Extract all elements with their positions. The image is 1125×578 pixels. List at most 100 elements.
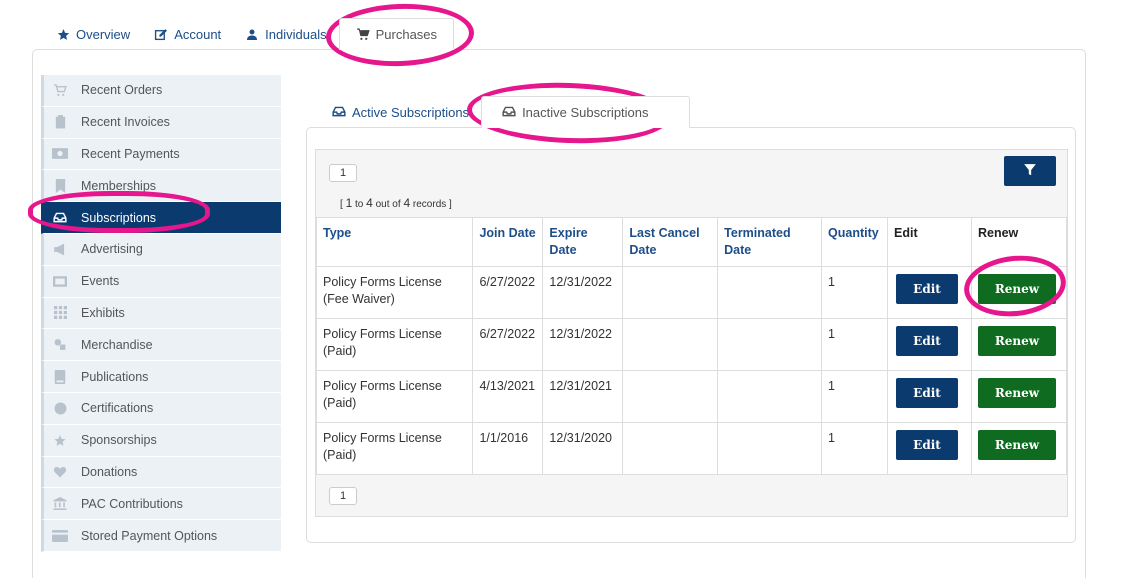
record-outof: out of [375, 199, 401, 210]
sidebar-item-advertising[interactable]: Advertising [41, 233, 281, 266]
inbox-icon [52, 211, 68, 225]
col-renew: Renew [970, 217, 1068, 267]
col-terminated-date[interactable]: Terminated Date [717, 217, 823, 267]
tab-purchases[interactable]: Purchases [338, 18, 455, 50]
cell-renew: Renew [970, 318, 1068, 371]
cell-join: 4/13/2021 [472, 370, 544, 423]
bookmark-icon [52, 178, 68, 193]
sidebar-item-exhibits[interactable]: Exhibits [41, 297, 281, 330]
sidebar-item-publications[interactable]: Publications [41, 361, 281, 393]
record-count: [ 1 to 4 out of 4 records ] [340, 196, 452, 210]
star-icon [56, 27, 70, 41]
cell-expire: 12/31/2021 [542, 370, 624, 423]
sidebar-item-subscriptions[interactable]: Subscriptions [41, 202, 281, 234]
sidebar-item-memberships[interactable]: Memberships [41, 170, 281, 203]
tab-label: Overview [76, 26, 131, 42]
edit-button[interactable]: Edit [896, 430, 958, 460]
cell-edit: Edit [887, 370, 972, 423]
sidebar-item-certifications[interactable]: Certifications [41, 392, 281, 425]
cell-qty: 1 [821, 422, 888, 475]
sidebar-item-label: Recent Invoices [81, 115, 170, 130]
col-join-date[interactable]: Join Date [472, 217, 544, 267]
pager-bottom[interactable]: 1 [329, 487, 357, 505]
grid-icon [52, 306, 68, 320]
header-label: Quantity [828, 226, 879, 240]
sidebar-item-events[interactable]: Events [41, 265, 281, 298]
sidebar-item-pac-contributions[interactable]: PAC Contributions [41, 488, 281, 521]
sidebar-item-recent-orders[interactable]: Recent Orders [41, 75, 281, 107]
cell-join: 6/27/2022 [472, 266, 544, 319]
cell-terminated [717, 370, 823, 423]
col-edit: Edit [887, 217, 972, 267]
star-icon [52, 433, 68, 447]
pager-top[interactable]: 1 [329, 164, 357, 182]
edit-icon [154, 27, 168, 41]
sidebar-item-recent-invoices[interactable]: Recent Invoices [41, 106, 281, 139]
megaphone-icon [52, 242, 68, 256]
renew-button[interactable]: Renew [977, 274, 1056, 304]
col-quantity[interactable]: Quantity [821, 217, 888, 267]
tab-overview[interactable]: Overview [44, 18, 142, 50]
top-tab-bar: Overview Account Individuals Purchases [44, 18, 455, 50]
cell-qty: 1 [821, 266, 888, 319]
header-label: Type [323, 226, 352, 240]
bracket-close: ] [449, 199, 452, 210]
renew-button[interactable]: Renew [977, 326, 1056, 356]
renew-button[interactable]: Renew [977, 378, 1056, 408]
cell-cancel [622, 318, 719, 371]
cell-renew: Renew [970, 266, 1068, 319]
sidebar-item-label: Donations [81, 464, 138, 479]
cell-terminated [717, 266, 823, 319]
user-icon [245, 27, 259, 41]
cell-terminated [717, 422, 823, 475]
sidebar-item-sponsorships[interactable]: Sponsorships [41, 424, 281, 457]
record-to: to [355, 199, 364, 210]
cell-expire: 12/31/2022 [542, 318, 624, 371]
tab-label: Individuals [265, 26, 327, 42]
subscriptions-table: Type Join Date Expire Date Last Cancel D… [315, 217, 1068, 475]
header-label: Terminated Date [724, 226, 791, 257]
edit-button[interactable]: Edit [896, 378, 958, 408]
sidebar-item-label: Memberships [81, 178, 157, 193]
sidebar-item-label: Exhibits [81, 305, 125, 320]
sidebar-item-donations[interactable]: Donations [41, 456, 281, 489]
cell-renew: Renew [970, 370, 1068, 423]
tab-active-subscriptions[interactable]: Active Subscriptions [320, 96, 481, 128]
col-last-cancel-date[interactable]: Last Cancel Date [622, 217, 719, 267]
cell-join: 6/27/2022 [472, 318, 544, 371]
cell-cancel [622, 422, 719, 475]
sidebar-item-label: Stored Payment Options [81, 528, 218, 543]
sidebar-item-merchandise[interactable]: Merchandise [41, 329, 281, 362]
edit-button[interactable]: Edit [896, 326, 958, 356]
header-label: Edit [894, 226, 918, 240]
header-label: Last Cancel Date [629, 226, 700, 257]
header-label: Expire Date [549, 226, 588, 257]
sidebar-item-label: Recent Orders [81, 83, 163, 98]
cell-expire: 12/31/2022 [542, 266, 624, 319]
cell-expire: 12/31/2020 [542, 422, 624, 475]
renew-button[interactable]: Renew [977, 430, 1056, 460]
header-label: Join Date [479, 226, 536, 240]
tab-account[interactable]: Account [142, 18, 233, 50]
col-expire-date[interactable]: Expire Date [542, 217, 624, 267]
money-icon [52, 147, 68, 161]
table-row: Policy Forms License (Fee Waiver) 6/27/20… [315, 266, 1068, 319]
cell-cancel [622, 370, 719, 423]
tab-inactive-subscriptions[interactable]: Inactive Subscriptions [481, 96, 690, 128]
filter-button[interactable] [1004, 156, 1056, 186]
sidebar-item-label: Merchandise [81, 337, 153, 352]
cell-join: 1/1/2016 [472, 422, 544, 475]
cell-type: Policy Forms License (Paid) [315, 318, 474, 371]
page-number: 1 [339, 167, 347, 179]
tab-label: Account [174, 26, 222, 42]
sidebar-item-recent-payments[interactable]: Recent Payments [41, 138, 281, 171]
sidebar: Recent Orders Recent Invoices Recent Payme… [41, 75, 281, 552]
sidebar-item-stored-payment-options[interactable]: Stored Payment Options [41, 520, 281, 552]
col-type[interactable]: Type [315, 217, 474, 267]
credit-card-icon [52, 529, 68, 543]
tab-individuals[interactable]: Individuals [233, 18, 338, 50]
subscription-tab-bar: Active Subscriptions Inactive Subscripti… [320, 96, 690, 128]
sidebar-item-label: Advertising [81, 242, 143, 257]
sidebar-item-label: Sponsorships [81, 433, 157, 448]
edit-button[interactable]: Edit [896, 274, 958, 304]
